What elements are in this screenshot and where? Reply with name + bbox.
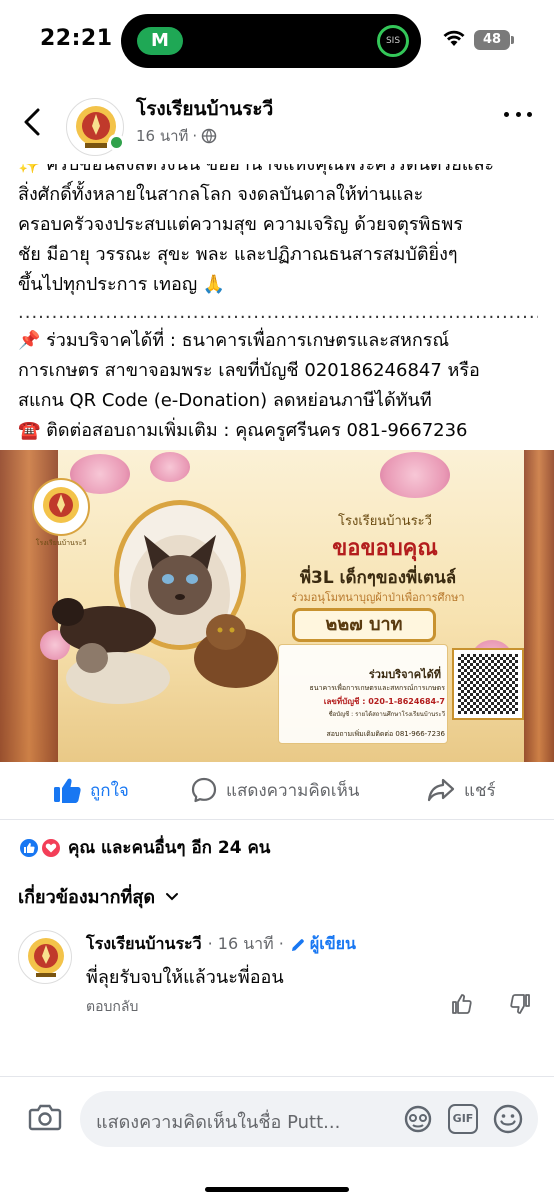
donation-line: 📌 ร่วมบริจาคได้ที่ : ธนาคารเพื่อการเกษตร…	[18, 330, 450, 351]
reactions-text: คุณ และคนอื่นๆ อีก 24 คน	[68, 838, 271, 858]
post-body: ✨ ครบขอนสังสตรงนั้น ขออานาจแห่งคุณพระศรี…	[18, 164, 538, 448]
gif-icon[interactable]: GIF	[448, 1104, 478, 1134]
like-reaction-icon	[18, 836, 40, 859]
flower-decoration	[150, 452, 190, 482]
qr-code	[452, 648, 524, 720]
reply-button[interactable]: ตอบกลับ	[86, 996, 138, 1018]
post-image-banner[interactable]: โรงเรียนบ้านระวี โรงเรียนบ้านระวี ขอขอบค…	[0, 450, 554, 762]
post-text-line: ขึ้นไปทุกประการ เทอญ 🙏	[18, 274, 226, 295]
donation-line: สแกน QR Code (e-Donation) ลดหย่อนภาษีได้…	[18, 390, 432, 411]
post-text-line: สิ่งศักดิ์ทั้งหลายในสากลโลก จงดลบันดาลให…	[18, 184, 424, 205]
banner-school-name: โรงเรียนบ้านระวี	[338, 514, 432, 529]
comment-button[interactable]: แสดงความคิดเห็น	[190, 776, 359, 804]
comment-header: โรงเรียนบ้านระวี · 16 นาที · ผู้เขียน	[86, 932, 356, 957]
comment-time: · 16 นาที ·	[207, 934, 284, 953]
reactions-summary[interactable]: คุณ และคนอื่นๆ อีก 24 คน	[18, 834, 270, 861]
comment-composer: แสดงความคิดเห็นในชื่อ Putt... GIF	[0, 1076, 554, 1200]
comment-sort-dropdown[interactable]: เกี่ยวข้องมากที่สุด	[18, 882, 179, 911]
share-button[interactable]: แชร์	[426, 776, 496, 804]
author-badge-label: ผู้เขียน	[309, 934, 356, 953]
comment-vote-buttons	[450, 992, 532, 1016]
info-account-number: เลขที่บัญชี : 020-1-8624684-7	[323, 697, 445, 706]
pencil-icon	[291, 938, 304, 951]
post-text-line: ✨ ครบขอนสังสตรงนั้น ขออานาจแห่งคุณพระศรี…	[18, 164, 495, 175]
share-label: แชร์	[464, 780, 496, 801]
banner-school-logo	[32, 478, 90, 536]
school-emblem-icon	[43, 487, 79, 523]
post-header: โรงเรียนบ้านระวี 16 นาที ·	[0, 84, 554, 164]
island-activity-ring-icon: SIS	[377, 25, 409, 57]
info-contact: สอบถามเพิ่มเติมติดต่อ 081-966-7236	[326, 730, 445, 738]
status-bar: 22:21 M SIS 48	[0, 0, 554, 84]
chevron-down-icon	[166, 892, 179, 900]
dotted-separator: ........................................…	[18, 302, 538, 323]
composer-icons: GIF	[402, 1103, 524, 1135]
post-meta: 16 นาที ·	[136, 124, 217, 148]
contact-line: ☎️ ติดต่อสอบถามเพิ่มเติม : คุณครูศรีนคร …	[18, 420, 468, 441]
dynamic-island[interactable]: M SIS	[121, 14, 421, 68]
comment-text: พี่ลุยรับจบให้แล้วนะพี่ออน	[86, 967, 284, 988]
school-emblem-icon	[28, 938, 64, 977]
share-arrow-icon	[427, 778, 455, 802]
thumbs-up-icon[interactable]	[450, 992, 474, 1016]
banner-thanks-title: ขอขอบคุณ	[332, 536, 438, 561]
like-label: ถูกใจ	[90, 780, 129, 801]
thumbs-down-icon[interactable]	[508, 992, 532, 1016]
info-account-name: ชื่อบัญชี : รายได้สถานศึกษาโรงเรียนบ้านร…	[328, 711, 445, 718]
page-name[interactable]: โรงเรียนบ้านระวี	[136, 94, 273, 124]
more-options-icon[interactable]	[504, 112, 532, 122]
curtain-right	[524, 450, 554, 762]
sort-label: เกี่ยวข้องมากที่สุด	[18, 887, 156, 908]
banner-donation-info: ร่วมบริจาคได้ที่ ธนาคารเพื่อการเกษตรและส…	[278, 644, 448, 744]
info-title: ร่วมบริจาคได้ที่	[368, 668, 441, 681]
battery-cap	[511, 36, 514, 44]
globe-icon	[201, 128, 217, 144]
wifi-icon	[443, 30, 465, 46]
donation-line: การเกษตร สาขาจอมพระ เลขที่บัญชี 02018624…	[18, 360, 480, 381]
comment-author-name[interactable]: โรงเรียนบ้านระวี	[86, 932, 202, 957]
banner-amount: ๒๒๗ บาท	[292, 608, 436, 642]
post-action-bar: ถูกใจ แสดงความคิดเห็น แชร์	[0, 762, 554, 820]
back-arrow-icon[interactable]	[18, 102, 48, 142]
banner-logo-caption: โรงเรียนบ้านระวี	[35, 539, 87, 547]
comment-input-placeholder: แสดงความคิดเห็นในชื่อ Putt...	[96, 1112, 341, 1133]
island-ring-label: SIS	[385, 36, 401, 46]
status-time: 22:21	[40, 26, 113, 51]
like-button[interactable]: ถูกใจ	[52, 776, 129, 804]
post-time: 16 นาที	[136, 127, 189, 145]
flower-decoration	[380, 452, 450, 498]
post-text-line: ชัย มีอายุ วรรณะ สุขะ พละ และปฏิภาณธนสาร…	[18, 244, 458, 265]
cats-group-image	[52, 598, 278, 704]
avatar-sticker-icon[interactable]	[402, 1103, 434, 1135]
banner-donor-name: พี่3L เด็กๆของพี่เตนล์	[299, 568, 457, 588]
post-text-line: ครอบครัวจงประสบแต่ความสุข ความเจริญ ด้วย…	[18, 214, 463, 235]
comment-bubble-icon	[191, 777, 217, 803]
banner-donation-subtitle: ร่วมอนุโมทนาบุญผ้าป่าเพื่อการศึกษา	[291, 591, 465, 604]
camera-icon[interactable]	[28, 1103, 62, 1131]
battery-indicator: 48	[474, 30, 510, 50]
online-status-dot	[108, 134, 125, 151]
island-app-icon: M	[137, 27, 183, 55]
author-badge: ผู้เขียน	[290, 932, 356, 957]
thumbs-up-filled-icon	[54, 778, 81, 803]
comment-avatar[interactable]	[18, 930, 72, 984]
love-reaction-icon	[40, 836, 62, 859]
home-indicator	[205, 1187, 349, 1192]
meta-separator: ·	[192, 127, 198, 145]
comment-label: แสดงความคิดเห็น	[226, 780, 360, 801]
emoji-icon[interactable]	[492, 1103, 524, 1135]
comment-input[interactable]: แสดงความคิดเห็นในชื่อ Putt... GIF	[80, 1091, 538, 1147]
info-bank: ธนาคารเพื่อการเกษตรและสหกรณ์การเกษตร	[309, 684, 445, 692]
